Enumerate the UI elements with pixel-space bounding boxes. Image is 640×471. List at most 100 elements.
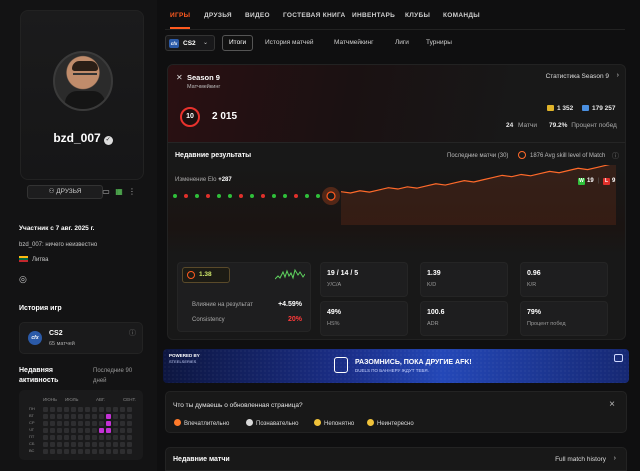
heatmap-cell[interactable] (92, 435, 97, 440)
full-history-link[interactable]: Full match history (555, 456, 606, 463)
heatmap-cell[interactable] (43, 414, 48, 419)
current-match-marker[interactable] (326, 191, 336, 201)
heatmap-cell[interactable] (127, 435, 132, 440)
heatmap-cell[interactable] (127, 442, 132, 447)
heatmap-cell[interactable] (43, 421, 48, 426)
heatmap-cell[interactable] (43, 442, 48, 447)
match-result-dot[interactable] (239, 194, 243, 198)
heatmap-cell[interactable] (71, 449, 76, 454)
match-result-dot[interactable] (228, 194, 232, 198)
heatmap-cell[interactable] (64, 414, 69, 419)
heatmap-cell[interactable] (50, 449, 55, 454)
info-icon[interactable]: ⓘ (129, 328, 136, 338)
heatmap-cell[interactable] (85, 407, 90, 412)
game-card-cs2[interactable]: cfx CS2 65 матчей ⓘ (19, 322, 143, 354)
heatmap-cell[interactable] (57, 435, 62, 440)
feedback-option-unclear[interactable]: Непонятно (314, 419, 354, 427)
heatmap-cell[interactable] (57, 428, 62, 433)
heatmap-cell[interactable] (127, 428, 132, 433)
avatar[interactable] (53, 51, 113, 111)
heatmap-cell[interactable] (92, 414, 97, 419)
heatmap-cell[interactable] (43, 435, 48, 440)
heatmap-cell[interactable] (113, 421, 118, 426)
heatmap-cell[interactable] (50, 442, 55, 447)
heatmap-cell[interactable] (106, 435, 111, 440)
heatmap-cell[interactable] (99, 435, 104, 440)
heatmap-cell[interactable] (85, 414, 90, 419)
heatmap-cell[interactable] (71, 414, 76, 419)
heatmap-cell[interactable] (64, 442, 69, 447)
heatmap-cell[interactable] (78, 428, 83, 433)
heatmap-cell[interactable] (92, 428, 97, 433)
heatmap-cell[interactable] (50, 435, 55, 440)
heatmap-cell[interactable] (50, 428, 55, 433)
more-options-icon[interactable]: ⋮ (127, 187, 137, 197)
heatmap-cell[interactable] (50, 407, 55, 412)
heatmap-cell[interactable] (106, 442, 111, 447)
match-result-dot[interactable] (184, 194, 188, 198)
heatmap-cell[interactable] (78, 421, 83, 426)
heatmap-cell[interactable] (127, 449, 132, 454)
heatmap-cell[interactable] (78, 442, 83, 447)
heatmap-cell[interactable] (99, 407, 104, 412)
match-result-dot[interactable] (173, 194, 177, 198)
heatmap-cell[interactable] (127, 421, 132, 426)
heatmap-cell[interactable] (120, 449, 125, 454)
subtab-tournaments[interactable]: Турниры (420, 35, 458, 51)
heatmap-cell[interactable] (85, 421, 90, 426)
tab-clubs[interactable]: КЛУБЫ (405, 12, 430, 19)
heatmap-cell[interactable] (120, 435, 125, 440)
heatmap-cell[interactable] (127, 407, 132, 412)
heatmap-cell[interactable] (85, 449, 90, 454)
heatmap-cell[interactable] (106, 414, 111, 419)
heatmap-cell[interactable] (64, 407, 69, 412)
heatmap-cell[interactable] (78, 407, 83, 412)
promo-banner[interactable]: POWERED BY STEELSERIES РАЗОМНИСЬ, ПОКА Д… (163, 349, 629, 383)
heatmap-cell[interactable] (43, 407, 48, 412)
heatmap-cell[interactable] (71, 428, 76, 433)
heatmap-cell[interactable] (71, 421, 76, 426)
heatmap-cell[interactable] (57, 442, 62, 447)
heatmap-cell[interactable] (120, 407, 125, 412)
gift-icon[interactable]: ▦ (114, 187, 124, 197)
heatmap-cell[interactable] (43, 428, 48, 433)
heatmap-cell[interactable] (50, 421, 55, 426)
heatmap-cell[interactable] (78, 449, 83, 454)
close-icon[interactable]: × (609, 399, 615, 410)
match-result-dot[interactable] (272, 194, 276, 198)
match-result-dot[interactable] (305, 194, 309, 198)
heatmap-cell[interactable] (71, 435, 76, 440)
heatmap-cell[interactable] (113, 407, 118, 412)
match-result-dot[interactable] (316, 194, 320, 198)
heatmap-cell[interactable] (57, 407, 62, 412)
heatmap-cell[interactable] (50, 414, 55, 419)
info-icon[interactable]: ⓘ (612, 151, 619, 161)
chevron-right-icon[interactable]: › (614, 455, 616, 462)
heatmap-cell[interactable] (106, 428, 111, 433)
heatmap-cell[interactable] (71, 407, 76, 412)
game-selector[interactable]: cfx CS2 ⌄ (165, 35, 215, 51)
heatmap-cell[interactable] (92, 421, 97, 426)
heatmap-cell[interactable] (43, 449, 48, 454)
match-result-dot[interactable] (195, 194, 199, 198)
heatmap-cell[interactable] (92, 442, 97, 447)
match-result-dot[interactable] (283, 194, 287, 198)
heatmap-cell[interactable] (64, 435, 69, 440)
feedback-option-boring[interactable]: Неинтересно (367, 419, 414, 427)
heatmap-cell[interactable] (120, 428, 125, 433)
chat-icon[interactable]: ▭ (101, 187, 111, 197)
match-result-dot[interactable] (206, 194, 210, 198)
steam-icon[interactable]: ◎ (19, 274, 27, 285)
feedback-option-informative[interactable]: Познавательно (246, 419, 298, 427)
heatmap-cell[interactable] (64, 421, 69, 426)
friends-button[interactable]: ⚇ ДРУЗЬЯ (27, 185, 103, 199)
heatmap-cell[interactable] (92, 449, 97, 454)
heatmap-cell[interactable] (113, 435, 118, 440)
heatmap-cell[interactable] (57, 449, 62, 454)
tab-videos[interactable]: ВИДЕО (245, 12, 270, 19)
heatmap-cell[interactable] (71, 442, 76, 447)
banner-chat-icon[interactable] (614, 354, 623, 362)
match-result-dot[interactable] (294, 194, 298, 198)
tab-games[interactable]: ИГРЫ (170, 12, 190, 19)
heatmap-cell[interactable] (106, 407, 111, 412)
